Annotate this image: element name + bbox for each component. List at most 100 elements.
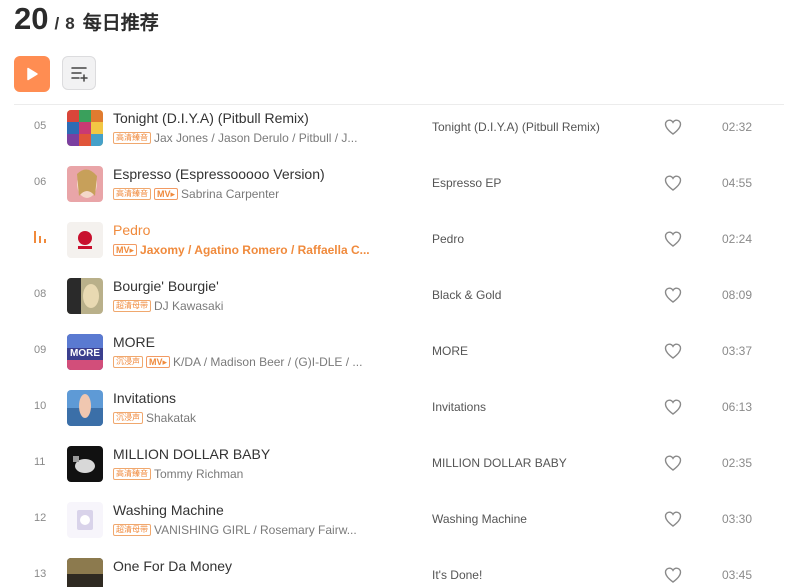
quality-badge: 高清臻音: [113, 468, 151, 480]
heart-icon[interactable]: [664, 455, 682, 471]
heart-icon[interactable]: [664, 231, 682, 247]
play-icon: [27, 67, 38, 81]
song-artists[interactable]: Tommy Richman: [154, 467, 383, 481]
song-row[interactable]: 09 MORE MORE 沉浸声 MV▸ K/DA / Madison Beer /…: [14, 324, 784, 380]
song-meta: 沉浸声 MV▸ K/DA / Madison Beer / (G)I-DLE / .…: [113, 355, 383, 369]
heart-icon[interactable]: [664, 343, 682, 359]
mv-badge[interactable]: MV▸: [154, 188, 179, 200]
quality-badge: 高清臻音: [113, 132, 151, 144]
album-cover[interactable]: [67, 222, 103, 258]
track-number: 11: [34, 456, 46, 468]
song-meta: 高清臻音 Tommy Richman: [113, 467, 383, 481]
song-artists[interactable]: Jaxomy / Agatino Romero / Raffaella C...: [140, 243, 383, 257]
song-list: 05 Tonight (D.I.Y.A) (Pitbull Remix) 高清臻…: [14, 100, 784, 587]
album-cover[interactable]: [67, 278, 103, 314]
quality-badge: 沉浸声: [113, 356, 143, 368]
heart-icon[interactable]: [664, 399, 682, 415]
song-title[interactable]: Espresso (Espressooooo Version): [113, 166, 325, 182]
add-to-queue-button[interactable]: [62, 56, 96, 90]
song-row[interactable]: 05 Tonight (D.I.Y.A) (Pitbull Remix) 高清臻…: [14, 100, 784, 156]
heart-icon[interactable]: [664, 567, 682, 583]
date-day: 20: [14, 1, 49, 36]
track-number: 09: [34, 344, 47, 356]
song-album[interactable]: Invitations: [432, 400, 486, 414]
track-number: 12: [34, 512, 47, 524]
track-number: 10: [34, 400, 47, 412]
quality-badge: 超清母带: [113, 300, 151, 312]
song-duration: 03:37: [722, 344, 753, 358]
song-meta: 沉浸声 Shakatak: [113, 411, 383, 425]
mv-badge[interactable]: MV▸: [146, 356, 171, 368]
song-row[interactable]: 08 Bourgie' Bourgie' 超清母带 DJ Kawasaki Bla…: [14, 268, 784, 324]
song-title[interactable]: Washing Machine: [113, 502, 224, 518]
song-row[interactable]: 13 One For Da Money It's Done! 03:45: [14, 548, 784, 587]
song-meta: 超清母带 DJ Kawasaki: [113, 299, 383, 313]
album-cover[interactable]: [67, 502, 103, 538]
song-artists[interactable]: Jax Jones / Jason Derulo / Pitbull / J..…: [154, 131, 383, 145]
date-month: 8: [65, 14, 75, 33]
song-title[interactable]: Tonight (D.I.Y.A) (Pitbull Remix): [113, 110, 309, 126]
song-duration: 03:30: [722, 512, 753, 526]
song-title[interactable]: MORE: [113, 334, 155, 350]
song-duration: 04:55: [722, 176, 753, 190]
song-album[interactable]: Tonight (D.I.Y.A) (Pitbull Remix): [432, 120, 600, 134]
song-artists[interactable]: Sabrina Carpenter: [181, 187, 383, 201]
svg-text:MORE: MORE: [70, 348, 100, 359]
track-number: 08: [34, 288, 47, 300]
song-album[interactable]: MORE: [432, 344, 468, 358]
page-header: 20 / 8 每日推荐: [14, 0, 159, 44]
song-album[interactable]: MILLION DOLLAR BABY: [432, 456, 567, 470]
song-row[interactable]: 06 Espresso (Espressooooo Version) 高清臻音 M…: [14, 156, 784, 212]
quality-badge: 高清臻音: [113, 188, 151, 200]
track-number: 05: [34, 120, 47, 132]
song-meta: MV▸ Jaxomy / Agatino Romero / Raffaella C…: [113, 243, 383, 257]
album-cover[interactable]: [67, 110, 103, 146]
song-row[interactable]: 11 MILLION DOLLAR BABY 高清臻音 Tommy Richman…: [14, 436, 784, 492]
song-duration: 06:13: [722, 400, 753, 414]
song-album[interactable]: Black & Gold: [432, 288, 501, 302]
track-number: 13: [34, 568, 47, 580]
song-duration: 08:09: [722, 288, 753, 302]
heart-icon[interactable]: [664, 511, 682, 527]
song-duration: 02:32: [722, 120, 753, 134]
song-meta: 超清母带 VANISHING GIRL / Rosemary Fairw...: [113, 523, 383, 537]
song-artists[interactable]: DJ Kawasaki: [154, 299, 383, 313]
song-title[interactable]: MILLION DOLLAR BABY: [113, 446, 270, 462]
song-duration: 02:35: [722, 456, 753, 470]
song-duration: 02:24: [722, 232, 753, 246]
heart-icon[interactable]: [664, 119, 682, 135]
song-album[interactable]: Pedro: [432, 232, 464, 246]
date-separator: /: [54, 14, 60, 33]
page-title: 每日推荐: [82, 12, 159, 34]
song-duration: 03:45: [722, 568, 753, 582]
song-album[interactable]: Espresso EP: [432, 176, 501, 190]
album-cover[interactable]: [67, 558, 103, 587]
album-cover[interactable]: [67, 390, 103, 426]
album-cover[interactable]: MORE: [67, 334, 103, 370]
song-album[interactable]: Washing Machine: [432, 512, 527, 526]
now-playing-icon: [34, 231, 46, 243]
add-to-queue-icon: [71, 67, 88, 82]
song-title[interactable]: Invitations: [113, 390, 176, 406]
song-artists[interactable]: Shakatak: [146, 411, 383, 425]
quality-badge: 超清母带: [113, 524, 151, 536]
song-meta: 高清臻音 Jax Jones / Jason Derulo / Pitbull /…: [113, 131, 383, 145]
song-title[interactable]: Bourgie' Bourgie': [113, 278, 219, 294]
song-row[interactable]: 12 Washing Machine 超清母带 VANISHING GIRL / …: [14, 492, 784, 548]
quality-badge: 沉浸声: [113, 412, 143, 424]
song-artists[interactable]: K/DA / Madison Beer / (G)I-DLE / ...: [173, 355, 383, 369]
song-row-playing[interactable]: Pedro MV▸ Jaxomy / Agatino Romero / Raffa…: [14, 212, 784, 268]
song-title[interactable]: One For Da Money: [113, 558, 232, 574]
song-album[interactable]: It's Done!: [432, 568, 482, 582]
song-row[interactable]: 10 Invitations 沉浸声 Shakatak Invitations 0…: [14, 380, 784, 436]
album-cover[interactable]: [67, 446, 103, 482]
song-artists[interactable]: VANISHING GIRL / Rosemary Fairw...: [154, 523, 383, 537]
song-title[interactable]: Pedro: [113, 222, 150, 238]
mv-badge[interactable]: MV▸: [113, 244, 138, 256]
play-all-button[interactable]: [14, 56, 50, 92]
heart-icon[interactable]: [664, 287, 682, 303]
track-number: 06: [34, 176, 47, 188]
heart-icon[interactable]: [664, 175, 682, 191]
album-cover[interactable]: [67, 166, 103, 202]
song-meta: 高清臻音 MV▸ Sabrina Carpenter: [113, 187, 383, 201]
